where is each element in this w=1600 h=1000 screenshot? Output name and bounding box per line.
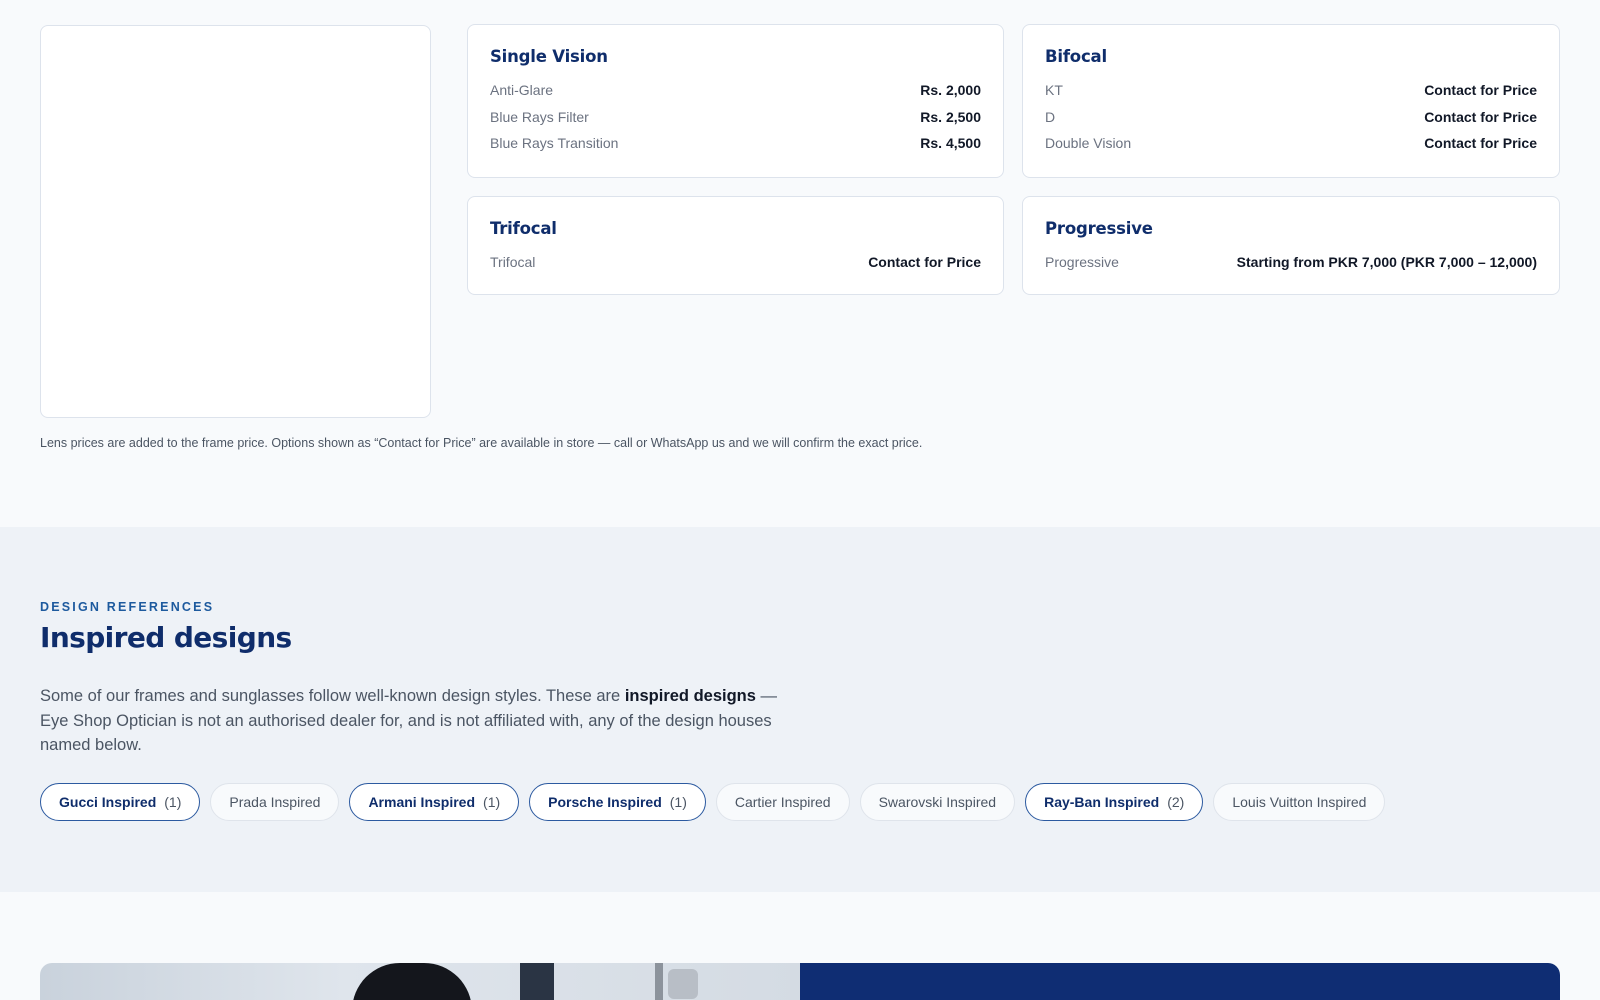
lens-card-bifocal: Bifocal KT Contact for Price D Contact f…	[1022, 24, 1560, 178]
lens-option-price: Starting from PKR 7,000 (PKR 7,000 – 12,…	[1236, 254, 1537, 271]
lens-option-row: Anti-Glare Rs. 2,000	[490, 77, 981, 104]
lens-card-progressive: Progressive Progressive Starting from PK…	[1022, 196, 1560, 295]
lens-card-trifocal: Trifocal Trifocal Contact for Price	[467, 196, 1004, 295]
promo-section	[0, 892, 1600, 1000]
lens-option-price: Rs. 4,500	[920, 135, 981, 152]
lens-pricing-section: Single Vision Anti-Glare Rs. 2,000 Blue …	[0, 0, 1600, 527]
photo-background-panel	[520, 963, 554, 1000]
description-emphasis: inspired designs	[624, 687, 756, 705]
lens-card-title: Bifocal	[1045, 47, 1107, 66]
lens-option-price: Contact for Price	[868, 254, 981, 271]
chip-ray-ban-inspired[interactable]: Ray-Ban Inspired (2)	[1025, 783, 1204, 821]
chip-armani-inspired[interactable]: Armani Inspired (1)	[349, 783, 520, 821]
chip-prada-inspired[interactable]: Prada Inspired	[210, 783, 340, 821]
chip-label: Gucci Inspired	[59, 794, 157, 810]
photo-equipment-knob	[668, 969, 698, 999]
lens-option-row: Blue Rays Filter Rs. 2,500	[490, 104, 981, 131]
lens-option-row: KT Contact for Price	[1045, 77, 1537, 104]
lens-option-row: D Contact for Price	[1045, 104, 1537, 131]
lens-option-name: Anti-Glare	[490, 82, 554, 99]
lens-option-name: D	[1045, 108, 1056, 125]
lens-option-name: Progressive	[1045, 254, 1119, 271]
lens-option-row: Double Vision Contact for Price	[1045, 130, 1537, 157]
lens-option-row: Blue Rays Transition Rs. 4,500	[490, 130, 981, 157]
chip-count: (1)	[669, 794, 687, 810]
section-description: Some of our frames and sunglasses follow…	[40, 684, 800, 758]
lens-option-price: Rs. 2,500	[920, 108, 981, 125]
chip-label: Armani Inspired	[368, 794, 476, 810]
lens-option-row: Trifocal Contact for Price	[490, 249, 981, 276]
chip-label: Swarovski Inspired	[878, 794, 997, 810]
lens-option-name: Blue Rays Filter	[490, 108, 589, 125]
lens-card-single-vision: Single Vision Anti-Glare Rs. 2,000 Blue …	[467, 24, 1004, 178]
chip-count: (2)	[1167, 794, 1185, 810]
chip-label: Porsche Inspired	[548, 794, 662, 810]
promo-banner	[40, 963, 1560, 1000]
chip-label: Louis Vuitton Inspired	[1232, 794, 1367, 810]
person-photo-silhouette	[352, 963, 472, 1000]
lens-option-name: Trifocal	[490, 254, 536, 271]
lens-option-name: KT	[1045, 82, 1063, 99]
lens-option-name: Double Vision	[1045, 135, 1132, 152]
description-text: Some of our frames and sunglasses follow…	[40, 687, 625, 705]
lens-card-title: Single Vision	[490, 47, 608, 66]
section-eyebrow: DESIGN REFERENCES	[40, 600, 215, 614]
chip-count: (1)	[483, 794, 501, 810]
brand-filter-chips: Gucci Inspired (1) Prada Inspired Armani…	[40, 783, 1386, 821]
photo-equipment-pole	[655, 963, 663, 1000]
lens-pricing-note: Lens prices are added to the frame price…	[40, 436, 923, 450]
promo-banner-photo	[40, 963, 800, 1000]
lens-option-name: Blue Rays Transition	[490, 135, 619, 152]
lens-option-price: Rs. 2,000	[920, 82, 981, 99]
chip-cartier-inspired[interactable]: Cartier Inspired	[715, 783, 850, 821]
chip-label: Prada Inspired	[229, 794, 321, 810]
lens-card-title: Progressive	[1045, 219, 1153, 238]
chip-gucci-inspired[interactable]: Gucci Inspired (1)	[40, 783, 201, 821]
lens-option-price: Contact for Price	[1424, 108, 1537, 125]
chip-louis-vuitton-inspired[interactable]: Louis Vuitton Inspired	[1213, 783, 1386, 821]
section-title: Inspired designs	[40, 621, 292, 654]
chip-swarovski-inspired[interactable]: Swarovski Inspired	[859, 783, 1016, 821]
lens-card-title: Trifocal	[490, 219, 557, 238]
chip-label: Ray-Ban Inspired	[1044, 794, 1160, 810]
lens-option-price: Contact for Price	[1424, 135, 1537, 152]
chip-label: Cartier Inspired	[734, 794, 831, 810]
lens-image-placeholder	[40, 25, 431, 418]
inspired-designs-section: DESIGN REFERENCES Inspired designs Some …	[0, 527, 1600, 892]
chip-count: (1)	[164, 794, 182, 810]
promo-banner-panel	[800, 963, 1560, 1000]
lens-option-row: Progressive Starting from PKR 7,000 (PKR…	[1045, 249, 1537, 276]
chip-porsche-inspired[interactable]: Porsche Inspired (1)	[529, 783, 706, 821]
lens-option-price: Contact for Price	[1424, 82, 1537, 99]
